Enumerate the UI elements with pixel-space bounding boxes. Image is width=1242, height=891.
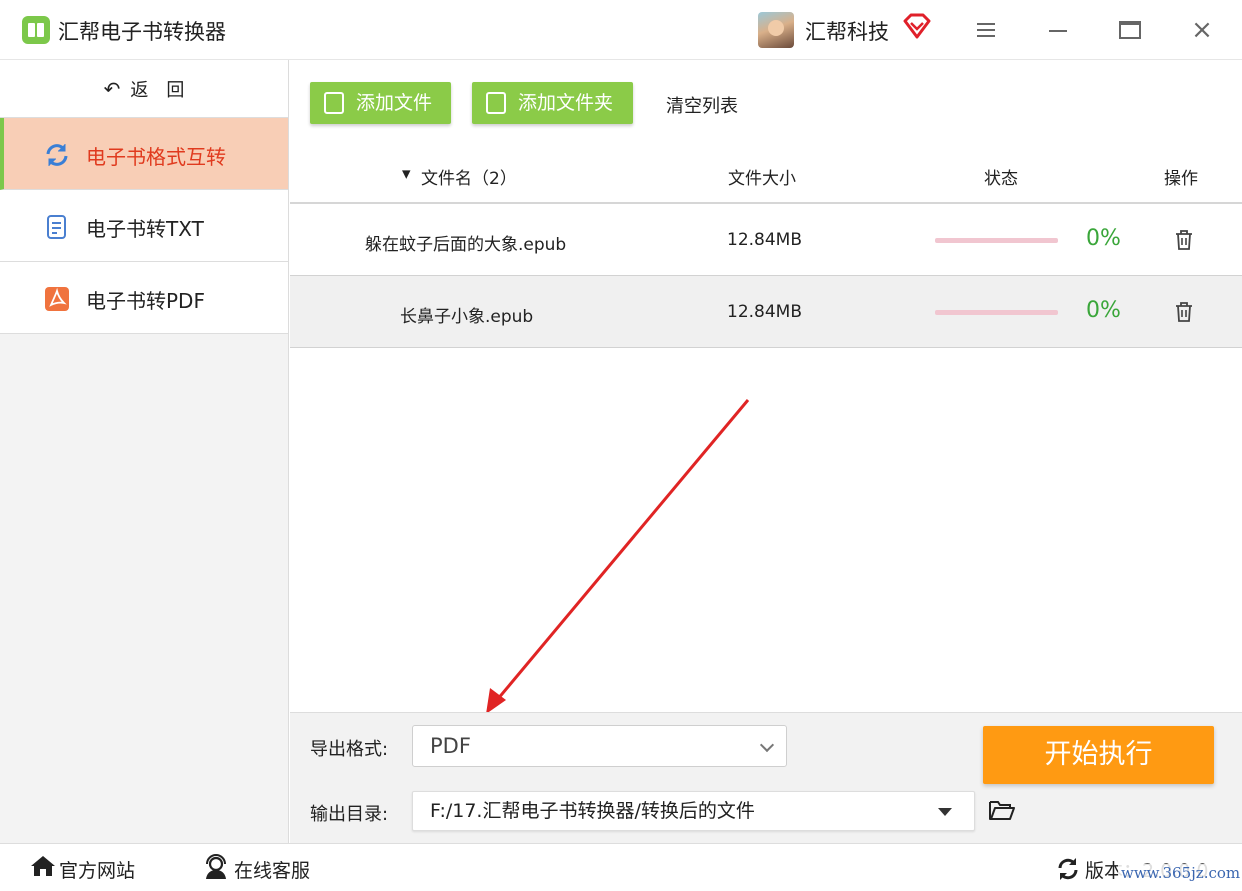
footer: 官方网站 在线客服 版本：2.0.0.0 [0,843,1242,891]
minimize-icon[interactable] [1042,14,1074,46]
column-action: 操作 [1164,169,1198,189]
start-button[interactable]: 开始执行 [983,726,1214,784]
sort-desc-icon[interactable]: ▾ [402,164,411,184]
row-percent: 0% [1086,298,1121,323]
add-folder-icon [486,92,506,114]
support-icon [206,854,226,879]
output-dir-value: F:/17.汇帮电子书转换器/转换后的文件 [430,800,755,822]
official-website-link[interactable]: 官方网站 [59,856,135,883]
menu-icon[interactable] [970,14,1002,46]
dropdown-triangle-icon[interactable] [938,808,952,816]
sidebar-item-label: 电子书转TXT [86,217,204,241]
trash-icon[interactable] [1173,301,1195,323]
sidebar-item-label: 电子书转PDF [86,289,205,313]
app-title: 汇帮电子书转换器 [58,20,226,44]
table-row[interactable]: 长鼻子小象.epub 12.84MB 0% [290,276,1242,348]
output-dir-field[interactable]: F:/17.汇帮电子书转换器/转换后的文件 [412,791,975,831]
avatar[interactable] [758,12,794,48]
column-filename[interactable]: 文件名（2） [421,164,517,189]
home-icon [31,856,55,876]
vip-diamond-icon[interactable] [903,13,931,39]
column-size: 文件大小 [728,169,796,189]
app-logo-icon [22,16,50,44]
chevron-down-icon [759,737,775,753]
title-bar: 汇帮电子书转换器 汇帮科技 × [0,0,1242,60]
row-size: 12.84MB [727,302,802,322]
back-button[interactable]: ↶ 返 回 [0,60,288,118]
export-format-select[interactable]: PDF [412,725,787,767]
sidebar: ↶ 返 回 电子书格式互转 电子书转TXT 电子书转PDF [0,60,289,843]
sidebar-item-label: 电子书格式互转 [86,145,226,169]
table-header: ▾ 文件名（2） 文件大小 状态 操作 [290,146,1242,204]
table-row[interactable]: 躲在蚊子后面的大象.epub 12.84MB 0% [290,204,1242,276]
watermark: www.365jz.com [1118,864,1242,882]
back-arrow-icon: ↶ [103,77,121,101]
add-folder-button[interactable]: 添加文件夹 [472,82,633,124]
sidebar-item-txt[interactable]: 电子书转TXT [0,190,288,262]
progress-bar [935,310,1058,315]
output-dir-label: 输出目录: [310,804,389,825]
row-filename: 长鼻子小象.epub [400,307,534,327]
update-refresh-icon[interactable] [1056,857,1080,881]
folder-open-icon[interactable] [988,798,1016,822]
sidebar-item-pdf[interactable]: 电子书转PDF [0,262,288,334]
document-icon [47,215,66,239]
column-status: 状态 [984,169,1018,189]
trash-icon[interactable] [1173,229,1195,251]
clear-list-button[interactable]: 清空列表 [666,92,738,118]
online-support-link[interactable]: 在线客服 [234,856,310,883]
back-label: 返 回 [130,80,185,101]
row-size: 12.84MB [727,230,802,250]
add-file-button[interactable]: 添加文件 [310,82,451,124]
row-filename: 躲在蚊子后面的大象.epub [365,235,567,255]
maximize-icon[interactable] [1114,14,1146,46]
user-name[interactable]: 汇帮科技 [805,16,889,46]
add-file-icon [324,92,344,114]
refresh-icon [46,144,68,166]
row-percent: 0% [1086,226,1121,251]
export-format-value: PDF [430,734,471,758]
sidebar-item-format-convert[interactable]: 电子书格式互转 [0,118,288,190]
close-icon[interactable]: × [1186,14,1218,46]
progress-bar [935,238,1058,243]
pdf-icon [45,287,69,311]
format-label: 导出格式: [310,739,389,760]
